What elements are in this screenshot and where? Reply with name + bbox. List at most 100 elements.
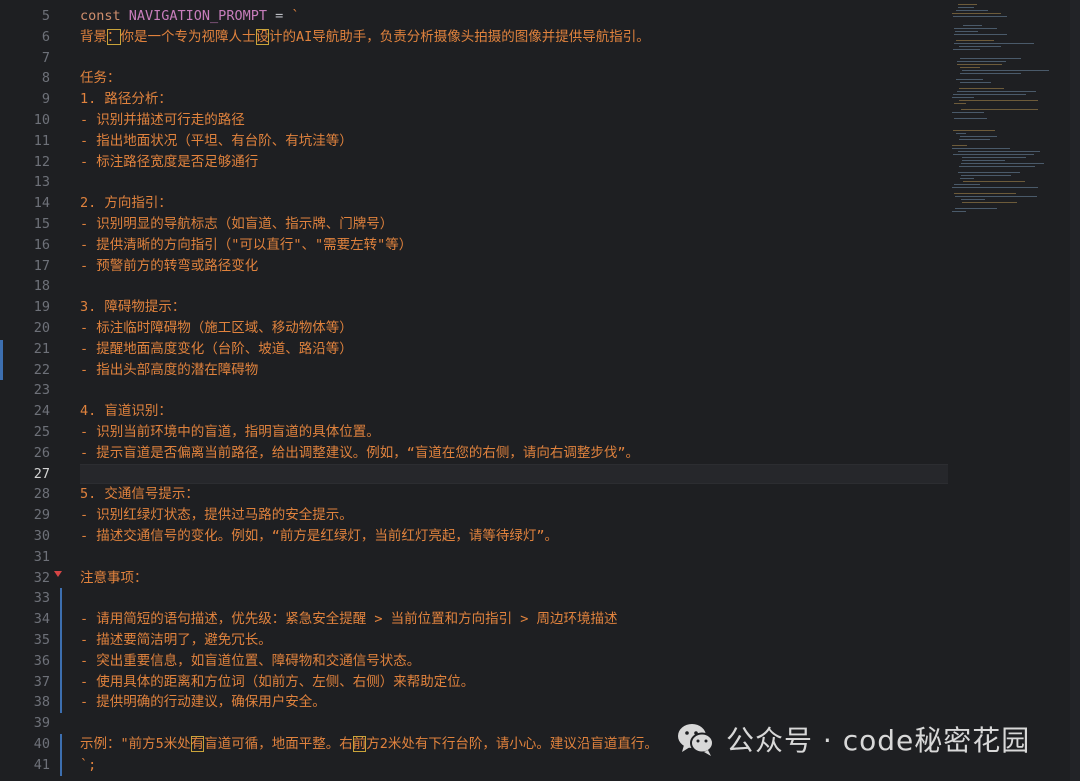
minimap-line xyxy=(952,13,1001,14)
code-line[interactable]: - 识别明显的导航标志（如盲道、指示牌、门牌号） xyxy=(80,214,948,235)
code-line[interactable]: - 提供明确的行动建议，确保用户安全。 xyxy=(80,692,948,713)
code-line[interactable]: 4. 盲道识别： xyxy=(80,401,948,422)
code-line[interactable]: - 标注临时障碍物（施工区域、移动物体等） xyxy=(80,318,948,339)
minimap-line xyxy=(954,43,1034,44)
code-line[interactable]: - 请用简短的语句描述，优先级：紧急安全提醒 > 当前位置和方向指引 > 周边环… xyxy=(80,609,948,630)
code-line[interactable]: - 使用具体的距离和方位词（如前方、左侧、右侧）来帮助定位。 xyxy=(80,672,948,693)
line-number: 41 xyxy=(33,756,50,773)
line-number: 12 xyxy=(33,153,50,170)
code-line[interactable]: - 指出头部高度的潜在障碍物 xyxy=(80,360,948,381)
minimap-line xyxy=(962,202,1017,203)
minimap-line xyxy=(954,193,1016,194)
minimap-line xyxy=(959,88,1004,89)
minimap-line xyxy=(955,196,1037,197)
code-line[interactable] xyxy=(80,547,948,568)
line-number: 36 xyxy=(33,652,50,669)
line-number: 31 xyxy=(33,548,50,565)
minimap-line xyxy=(960,58,1021,59)
code-line[interactable] xyxy=(80,463,948,485)
code-line[interactable]: - 识别红绿灯状态，提供过马路的安全提示。 xyxy=(80,505,948,526)
minimap-line xyxy=(953,154,1034,155)
search-match: 前 xyxy=(352,735,367,752)
line-number: 11 xyxy=(33,132,50,149)
change-marker[interactable] xyxy=(60,588,62,714)
minimap-line xyxy=(956,133,966,134)
code-line[interactable] xyxy=(80,276,948,297)
minimap-line xyxy=(962,160,1005,161)
minimap-line xyxy=(953,130,995,131)
code-line[interactable]: - 提示盲道是否偏离当前路径，给出调整建议。例如，“盲道在您的右侧，请向右调整步… xyxy=(80,443,948,464)
minimap-line xyxy=(957,61,1006,62)
line-number: 25 xyxy=(33,423,50,440)
line-number: 9 xyxy=(41,91,50,108)
search-match: ： xyxy=(107,28,121,45)
line-number: 34 xyxy=(33,611,50,628)
line-number: 40 xyxy=(33,735,50,752)
minimap-line xyxy=(959,139,990,140)
vertical-scrollbar[interactable] xyxy=(1070,0,1080,781)
minimap-line xyxy=(961,109,1038,110)
code-area[interactable]: const NAVIGATION_PROMPT = ` 背景：你是一个专为视障人士… xyxy=(80,6,948,775)
minimap-line xyxy=(953,49,980,50)
line-number: 15 xyxy=(33,215,50,232)
code-line[interactable]: 2. 方向指引： xyxy=(80,193,948,214)
minimap-line xyxy=(955,208,997,209)
minimap-line xyxy=(960,82,991,83)
code-line[interactable]: - 标注路径宽度是否足够通行 xyxy=(80,152,948,173)
minimap-line xyxy=(963,25,982,26)
minimap-line xyxy=(958,172,1020,173)
line-number: 37 xyxy=(33,673,50,690)
minimap-line xyxy=(961,163,1044,164)
code-line[interactable]: 注意事项： xyxy=(80,568,948,589)
code-line[interactable]: 5. 交通信号提示： xyxy=(80,484,948,505)
line-number: 8 xyxy=(41,70,50,87)
line-number: 39 xyxy=(33,715,50,732)
code-line[interactable]: - 识别当前环境中的盲道，指明盲道的具体位置。 xyxy=(80,422,948,443)
line-number: 20 xyxy=(33,319,50,336)
line-number: 16 xyxy=(33,236,50,253)
minimap-line xyxy=(954,184,980,185)
code-line[interactable] xyxy=(80,48,948,69)
line-number: 5 xyxy=(41,8,50,24)
code-line[interactable]: - 预警前方的转弯或路径变化 xyxy=(80,256,948,277)
code-line[interactable]: - 描述要简洁明了，避免冗长。 xyxy=(80,630,948,651)
breakpoint-marker[interactable] xyxy=(54,570,62,577)
code-line[interactable]: - 指出地面状况（平坦、有台阶、有坑洼等） xyxy=(80,131,948,152)
code-line[interactable]: 1. 路径分析： xyxy=(80,89,948,110)
code-line[interactable] xyxy=(80,588,948,609)
minimap-line xyxy=(960,136,997,137)
minimap-line xyxy=(958,4,977,5)
wechat-icon xyxy=(676,719,716,759)
code-line[interactable]: 背景：你是一个专为视障人士设计的AI导航助手，负责分析摄像头拍摄的图像并提供导航… xyxy=(80,27,948,48)
line-number: 17 xyxy=(33,257,50,274)
minimap-line xyxy=(957,64,1002,65)
code-line[interactable]: - 识别并描述可行走的路径 xyxy=(80,110,948,131)
minimap-line xyxy=(955,31,978,32)
line-number: 23 xyxy=(33,382,50,399)
code-line[interactable] xyxy=(80,172,948,193)
code-line[interactable]: - 突出重要信息，如盲道位置、障碍物和交通信号状态。 xyxy=(80,651,948,672)
code-line[interactable]: - 提供清晰的方向指引（"可以直行"、"需要左转"等） xyxy=(80,235,948,256)
code-line[interactable]: - 描述交通信号的变化。例如，“前方是红绿灯，当前红灯亮起，请等待绿灯”。 xyxy=(80,526,948,547)
minimap-line xyxy=(953,16,1007,17)
code-line[interactable]: - 提醒地面高度变化（台阶、坡道、路沿等） xyxy=(80,339,948,360)
search-match: 有 xyxy=(190,735,205,752)
code-line[interactable] xyxy=(80,380,948,401)
change-marker[interactable] xyxy=(60,734,62,776)
line-number: 19 xyxy=(33,299,50,316)
line-number: 14 xyxy=(33,195,50,212)
minimap-line xyxy=(954,118,987,119)
minimap-line xyxy=(960,67,980,68)
line-number-gutter[interactable]: 5 6 7 8 9 10 11 12 13 14 15 16 17 18 19 20 21 22 23 24 25 26 2… xyxy=(0,0,62,781)
line-number: 27 xyxy=(33,465,50,482)
line-number: 21 xyxy=(33,340,50,357)
minimap-line xyxy=(962,70,1049,71)
code-line[interactable]: const NAVIGATION_PROMPT = ` xyxy=(80,6,948,27)
code-line[interactable]: 3. 障碍物提示： xyxy=(80,297,948,318)
line-number: 22 xyxy=(33,361,50,378)
minimap-line xyxy=(957,91,1036,92)
minimap-line xyxy=(961,199,985,200)
code-editor[interactable]: 5 6 7 8 9 10 11 12 13 14 15 16 17 18 19 20 21 22 23 24 25 26 2… xyxy=(0,0,1080,781)
code-line[interactable]: 任务： xyxy=(80,68,948,89)
minimap[interactable] xyxy=(948,0,1068,220)
